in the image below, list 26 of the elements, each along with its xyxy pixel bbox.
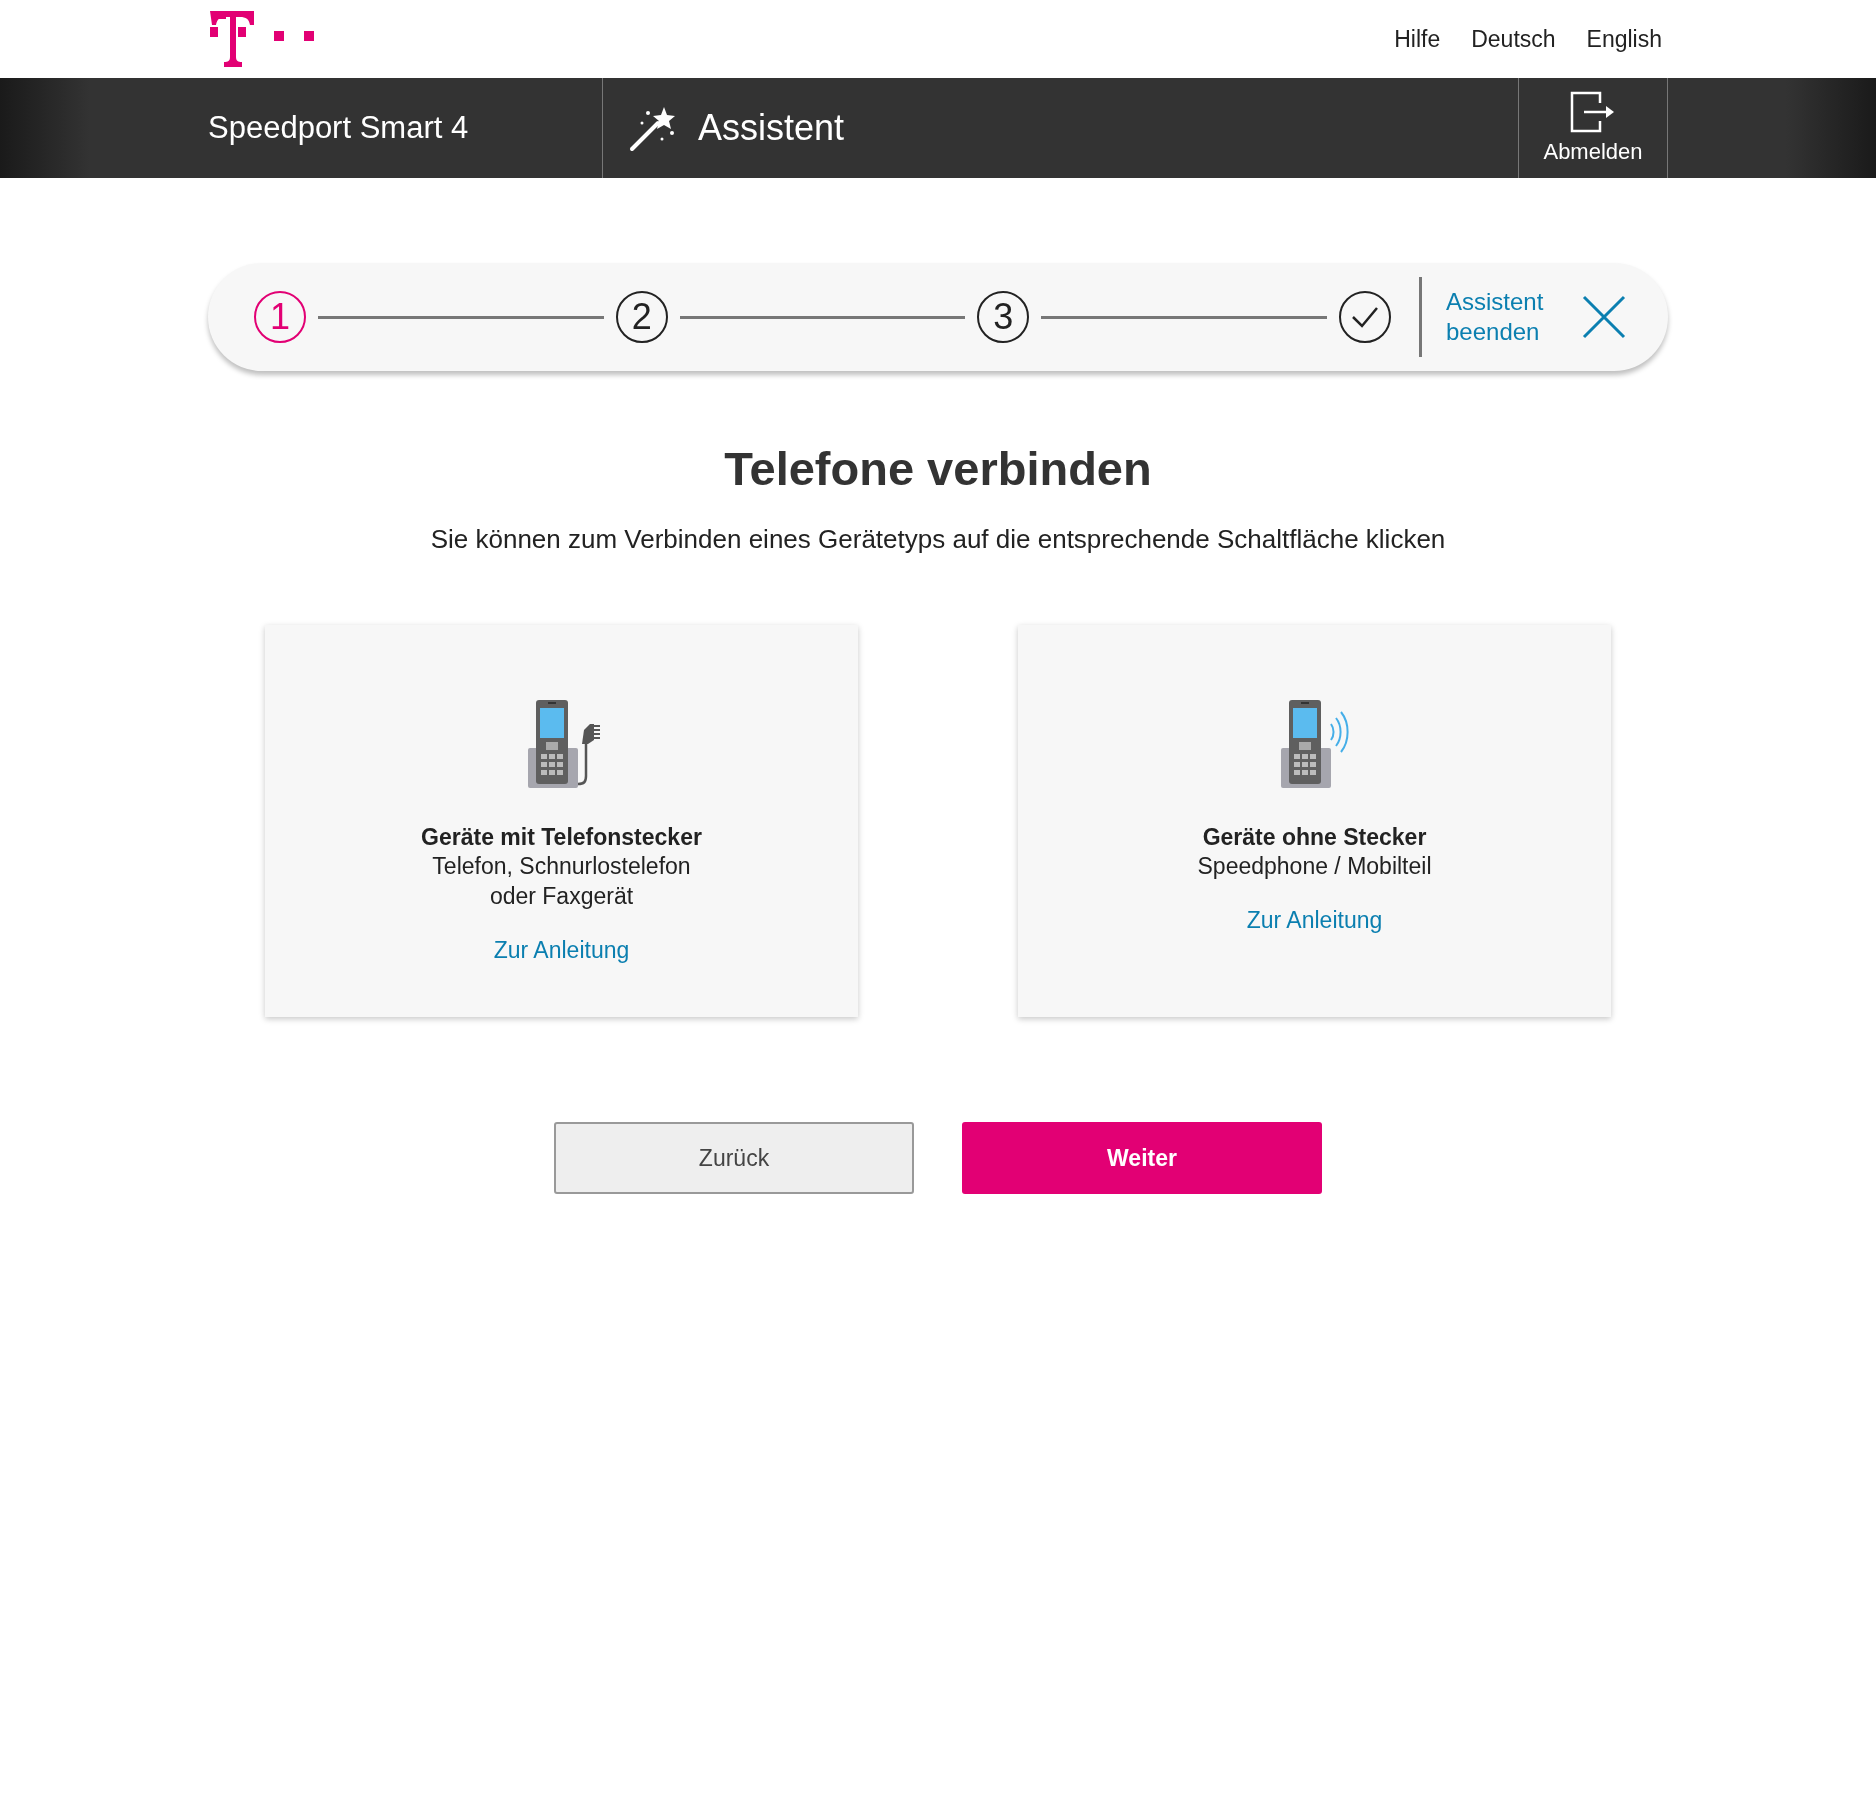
header-link[interactable]: Hilfe — [1394, 25, 1441, 53]
card-description: Speedphone / Mobilteil — [1197, 852, 1432, 881]
step-circle: 2 — [615, 291, 668, 343]
logout-button[interactable]: Abmelden — [1518, 78, 1668, 178]
step-circle: 1 — [254, 291, 306, 343]
logout-icon — [1570, 91, 1616, 133]
device-card[interactable]: Geräte ohne Stecker Speedphone / Mobilteil Zur Anleitung — [1018, 625, 1611, 1017]
header-link[interactable]: Deutsch — [1471, 25, 1556, 53]
section-title: Assistent — [698, 107, 845, 149]
page-title: Telefone verbinden — [723, 441, 1153, 496]
card-description: oder Faxgerät — [489, 882, 634, 911]
product-name: Speedport Smart 4 — [208, 78, 603, 178]
close-icon[interactable] — [1582, 295, 1626, 339]
next-button[interactable]: Weiter — [962, 1122, 1322, 1194]
guide-link[interactable]: Zur Anleitung — [493, 937, 630, 964]
step-circle: 3 — [977, 291, 1030, 343]
header-link[interactable]: English — [1586, 25, 1662, 53]
card-description: Telefon, Schnurlostelefon — [432, 852, 691, 881]
guide-link[interactable]: Zur Anleitung — [1246, 907, 1383, 934]
checkmark-icon — [1350, 305, 1380, 329]
exit-link[interactable]: Assistent beenden — [1446, 287, 1556, 347]
card-heading: Geräte ohne Stecker — [1202, 824, 1427, 851]
device-card[interactable]: Geräte mit Telefonstecker Telefon, Schnurlostelefon oder Faxgerät Zur Anleitung — [265, 625, 858, 1017]
card-heading: Geräte mit Telefonstecker — [421, 824, 702, 851]
instruction-text: Sie können zum Verbinden eines Gerätetyps auf die entsprechende Schaltfläche klicken — [429, 524, 1447, 555]
back-button[interactable]: Zurück — [554, 1122, 914, 1194]
